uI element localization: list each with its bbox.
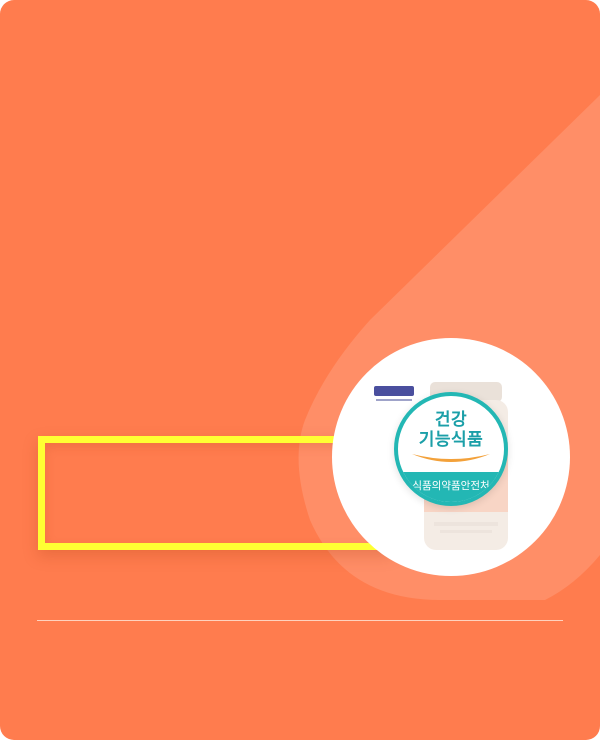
divider-line — [37, 620, 563, 621]
swoosh-icon — [412, 454, 490, 462]
badge-title: 건강 기능식품 — [398, 410, 504, 450]
badge-authority-label: 식품의약품안전처 — [398, 472, 504, 502]
health-functional-food-badge: 건강 기능식품 식품의약품안전처 — [394, 392, 508, 506]
badge-title-line2: 기능식품 — [418, 430, 484, 450]
product-image-circle: 건강 기능식품 식품의약품안전처 — [332, 338, 570, 576]
brand-logo-icon — [374, 386, 414, 401]
badge-title-line1: 건강 — [434, 410, 468, 430]
promo-card: 건강 기능식품 식품의약품안전처 — [0, 0, 600, 740]
